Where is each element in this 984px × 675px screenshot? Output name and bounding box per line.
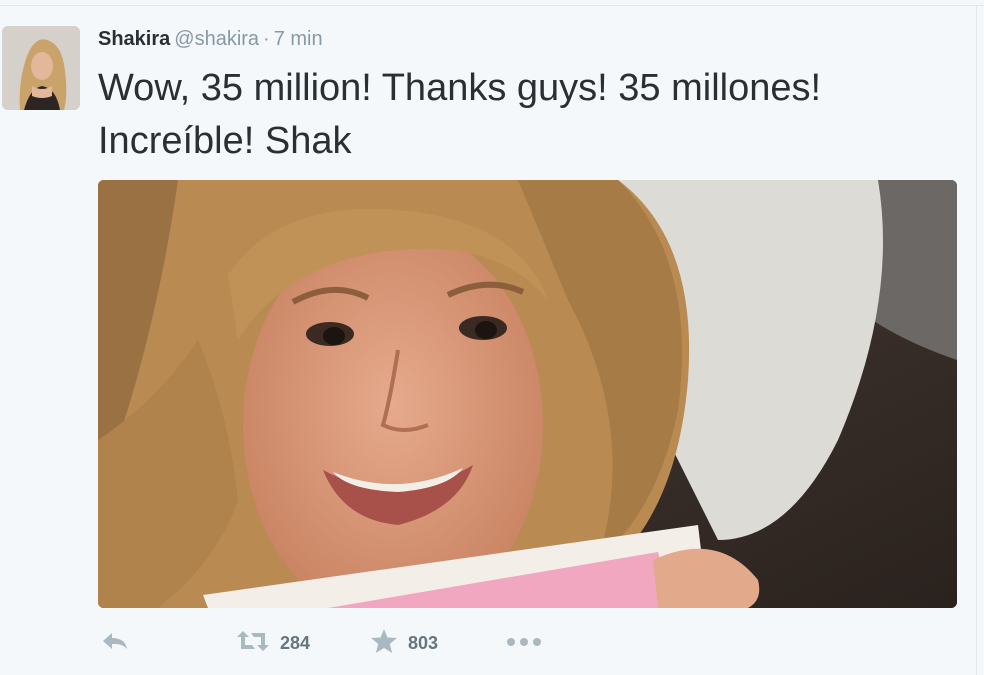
right-divider xyxy=(976,5,977,675)
selfie-photo xyxy=(98,180,957,608)
separator-dot: · xyxy=(263,28,270,50)
avatar[interactable] xyxy=(2,26,80,110)
retweet-count: 284 xyxy=(280,632,311,653)
profile-photo xyxy=(2,26,80,110)
star-icon xyxy=(370,628,398,659)
tweet[interactable]: Shakira @shakira · 7 min Wow, 35 million! T… xyxy=(0,6,976,675)
retweet-icon xyxy=(236,629,270,658)
reply-button[interactable] xyxy=(100,628,130,658)
tweet-header: Shakira @shakira · 7 min xyxy=(98,27,323,51)
favorite-count: 803 xyxy=(408,632,439,653)
more-button[interactable] xyxy=(506,628,542,658)
handle[interactable]: @shakira xyxy=(174,28,259,50)
tweet-actions: 284 803 xyxy=(98,628,958,658)
more-icon xyxy=(506,634,542,652)
retweet-button[interactable]: 284 xyxy=(236,628,310,658)
media-photo[interactable] xyxy=(98,180,957,608)
display-name[interactable]: Shakira xyxy=(98,28,170,50)
timestamp[interactable]: 7 min xyxy=(274,28,323,50)
favorite-button[interactable]: 803 xyxy=(370,628,438,658)
reply-icon xyxy=(100,630,130,657)
tweet-text: Wow, 35 million! Thanks guys! 35 millone… xyxy=(98,67,822,162)
